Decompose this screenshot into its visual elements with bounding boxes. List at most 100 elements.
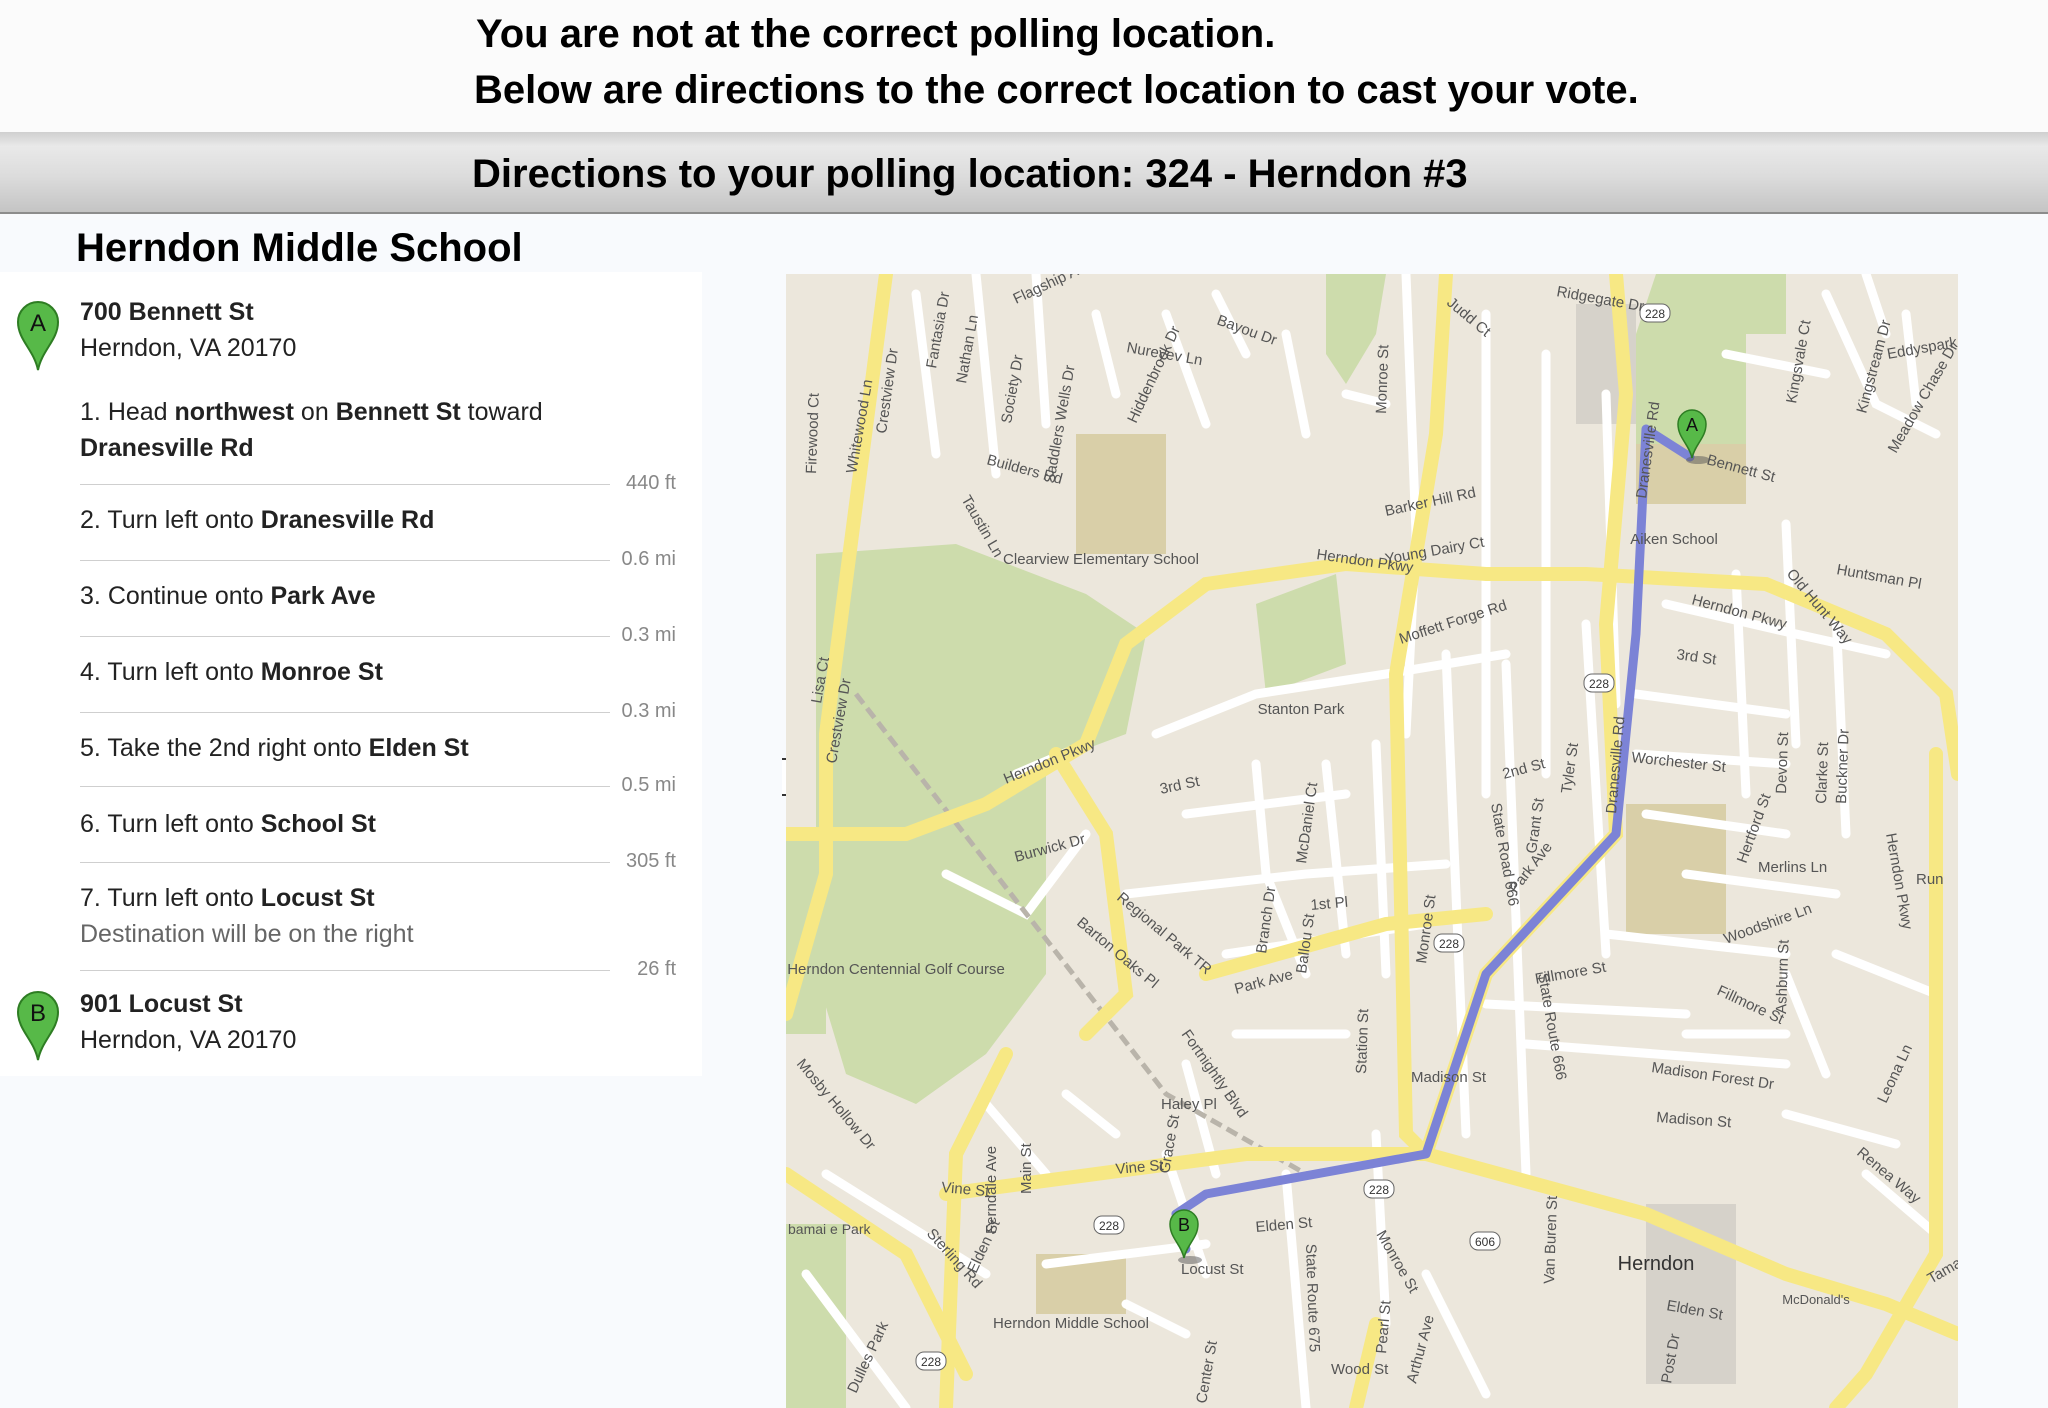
svg-text:Herndon Centennial Golf Course: Herndon Centennial Golf Course [787,961,1005,978]
step-divider [80,484,610,485]
svg-text:Fantasia Dr: Fantasia Dr [923,290,953,369]
step-divider [80,560,610,561]
svg-text:Buckner Dr: Buckner Dr [1833,729,1853,805]
svg-text:State Route 675: State Route 675 [1302,1244,1323,1353]
destination-address: 901 Locust St Herndon, VA 20170 [80,986,296,1058]
directions-notice: Below are directions to the correct loca… [474,68,1639,112]
direction-step-7[interactable]: 7. Turn left onto Locust St Destination … [80,880,620,952]
clearview-school-lot [1076,434,1166,554]
svg-text:Haley Pl: Haley Pl [1161,1096,1217,1113]
svg-text:Main St: Main St [1018,1142,1035,1194]
svg-text:606: 606 [1475,1235,1495,1249]
step-7-distance: 26 ft [637,958,676,980]
direction-step-1[interactable]: 1. Head northwest on Bennett St toward D… [80,394,620,466]
wrong-location-notice: You are not at the correct polling locat… [476,12,1276,56]
svg-text:Tyler St: Tyler St [1558,741,1582,795]
notice-header: You are not at the correct polling locat… [0,0,2048,132]
svg-text:1st Pl: 1st Pl [1310,894,1349,914]
svg-text:Stanton Park: Stanton Park [1258,701,1345,718]
svg-text:Firewood Ct: Firewood Ct [803,392,823,474]
svg-text:Clearview Elementary School: Clearview Elementary School [1003,551,1199,568]
destination-city: Herndon, VA 20170 [80,1026,297,1054]
svg-text:State Route 666: State Route 666 [1534,972,1570,1082]
svg-text:Clarke St: Clarke St [1813,741,1832,804]
svg-text:Station St: Station St [1353,1008,1372,1074]
step-divider [80,636,610,637]
step-5-distance: 0.5 mi [621,774,676,796]
svg-text:McDaniel Ct: McDaniel Ct [1293,780,1321,864]
destination-marker-icon: B [16,991,60,1061]
svg-text:Huntsman Pl: Huntsman Pl [1835,561,1923,593]
step-divider [80,862,610,863]
svg-text:Society Dr: Society Dr [998,354,1027,425]
svg-text:Madison St: Madison St [1411,1069,1487,1086]
svg-text:Locust St: Locust St [1181,1261,1244,1278]
direction-step-4[interactable]: 4. Turn left onto Monroe St [80,654,620,690]
step-4-distance: 0.3 mi [621,700,676,722]
svg-text:Devon St: Devon St [1773,731,1792,794]
svg-text:228: 228 [1369,1183,1389,1197]
svg-text:Worchester St: Worchester St [1631,749,1728,776]
origin-city: Herndon, VA 20170 [80,334,297,362]
svg-text:Center St: Center St [1193,1339,1221,1405]
svg-text:A: A [30,310,46,337]
step-divider [80,970,610,971]
svg-text:Kingsvale Ct: Kingsvale Ct [1783,318,1815,405]
route-map[interactable]: A B 228 228 228 228 228 228 606 Clearvie… [786,274,1958,1408]
svg-text:B: B [30,1000,46,1027]
svg-text:Herndon Pkwy: Herndon Pkwy [1882,832,1916,932]
step-divider [80,786,610,787]
step-divider [80,712,610,713]
step-2-distance: 0.6 mi [621,548,676,570]
svg-text:Monroe St: Monroe St [1413,893,1440,965]
svg-text:Elden St: Elden St [1255,1214,1314,1236]
svg-text:228: 228 [921,1355,941,1369]
map-canvas[interactable]: A B 228 228 228 228 228 228 606 Clearvie… [786,274,1958,1408]
svg-text:Nathan Ln: Nathan Ln [953,314,982,385]
svg-text:Run: Run [1916,871,1944,888]
svg-text:B: B [1178,1215,1190,1235]
direction-step-5[interactable]: 5. Take the 2nd right onto Elden St [80,730,620,766]
svg-text:Ashburn St: Ashburn St [1773,939,1793,1015]
svg-text:228: 228 [1439,937,1459,951]
svg-text:Herndon: Herndon [1618,1253,1695,1275]
polling-place-name: Herndon Middle School [76,226,523,270]
svg-text:McDonald's: McDonald's [1782,1292,1850,1307]
origin-marker-icon: A [16,301,60,371]
svg-text:Leona Ln: Leona Ln [1874,1042,1916,1106]
svg-text:A: A [1686,415,1698,435]
step-3-distance: 0.3 mi [621,624,676,646]
svg-text:Young Dairy Ct: Young Dairy Ct [1384,534,1487,568]
svg-text:Monroe St: Monroe St [1373,344,1392,415]
svg-text:Van Buren St: Van Buren St [1541,1195,1561,1284]
destination-street: 901 Locust St [80,990,243,1018]
direction-step-6[interactable]: 6. Turn left onto School St [80,806,620,842]
svg-text:Bayou Dr: Bayou Dr [1215,312,1280,349]
step-6-distance: 305 ft [625,850,676,872]
svg-text:228: 228 [1645,307,1665,321]
step-1-distance: 440 ft [625,472,676,494]
origin-address: 700 Bennett St Herndon, VA 20170 [80,294,296,366]
svg-text:3rd St: 3rd St [1675,646,1718,669]
svg-text:Merlins Ln: Merlins Ln [1758,859,1827,876]
direction-step-2[interactable]: 2. Turn left onto Dranesville Rd [80,502,620,538]
svg-text:Arthur Ave: Arthur Ave [1403,1313,1437,1385]
svg-text:Flagship Ave: Flagship Ave [1011,274,1096,308]
directions-title-bar: Directions to your polling location: 324… [0,132,2048,214]
directions-panel: A 700 Bennett St Herndon, VA 20170 1. He… [0,272,702,1076]
svg-text:228: 228 [1099,1219,1119,1233]
stanton-park-area [1256,574,1346,694]
svg-text:Hiddenbrook Dr: Hiddenbrook Dr [1124,323,1184,425]
direction-step-3[interactable]: 3. Continue onto Park Ave [80,578,620,614]
origin-street: 700 Bennett St [80,298,254,326]
svg-text:Herndon Middle School: Herndon Middle School [993,1315,1149,1332]
svg-text:Wood St: Wood St [1331,1361,1389,1378]
svg-text:3rd St: 3rd St [1158,773,1201,798]
svg-text:bamai e Park: bamai e Park [788,1221,871,1237]
svg-text:Woodshire Ln: Woodshire Ln [1722,900,1815,948]
svg-text:Aiken School: Aiken School [1630,531,1718,548]
svg-text:Madison St: Madison St [1656,1109,1733,1131]
svg-text:228: 228 [1589,677,1609,691]
svg-text:Pearl St: Pearl St [1373,1299,1395,1354]
directions-title: Directions to your polling location: 324… [472,152,1468,196]
